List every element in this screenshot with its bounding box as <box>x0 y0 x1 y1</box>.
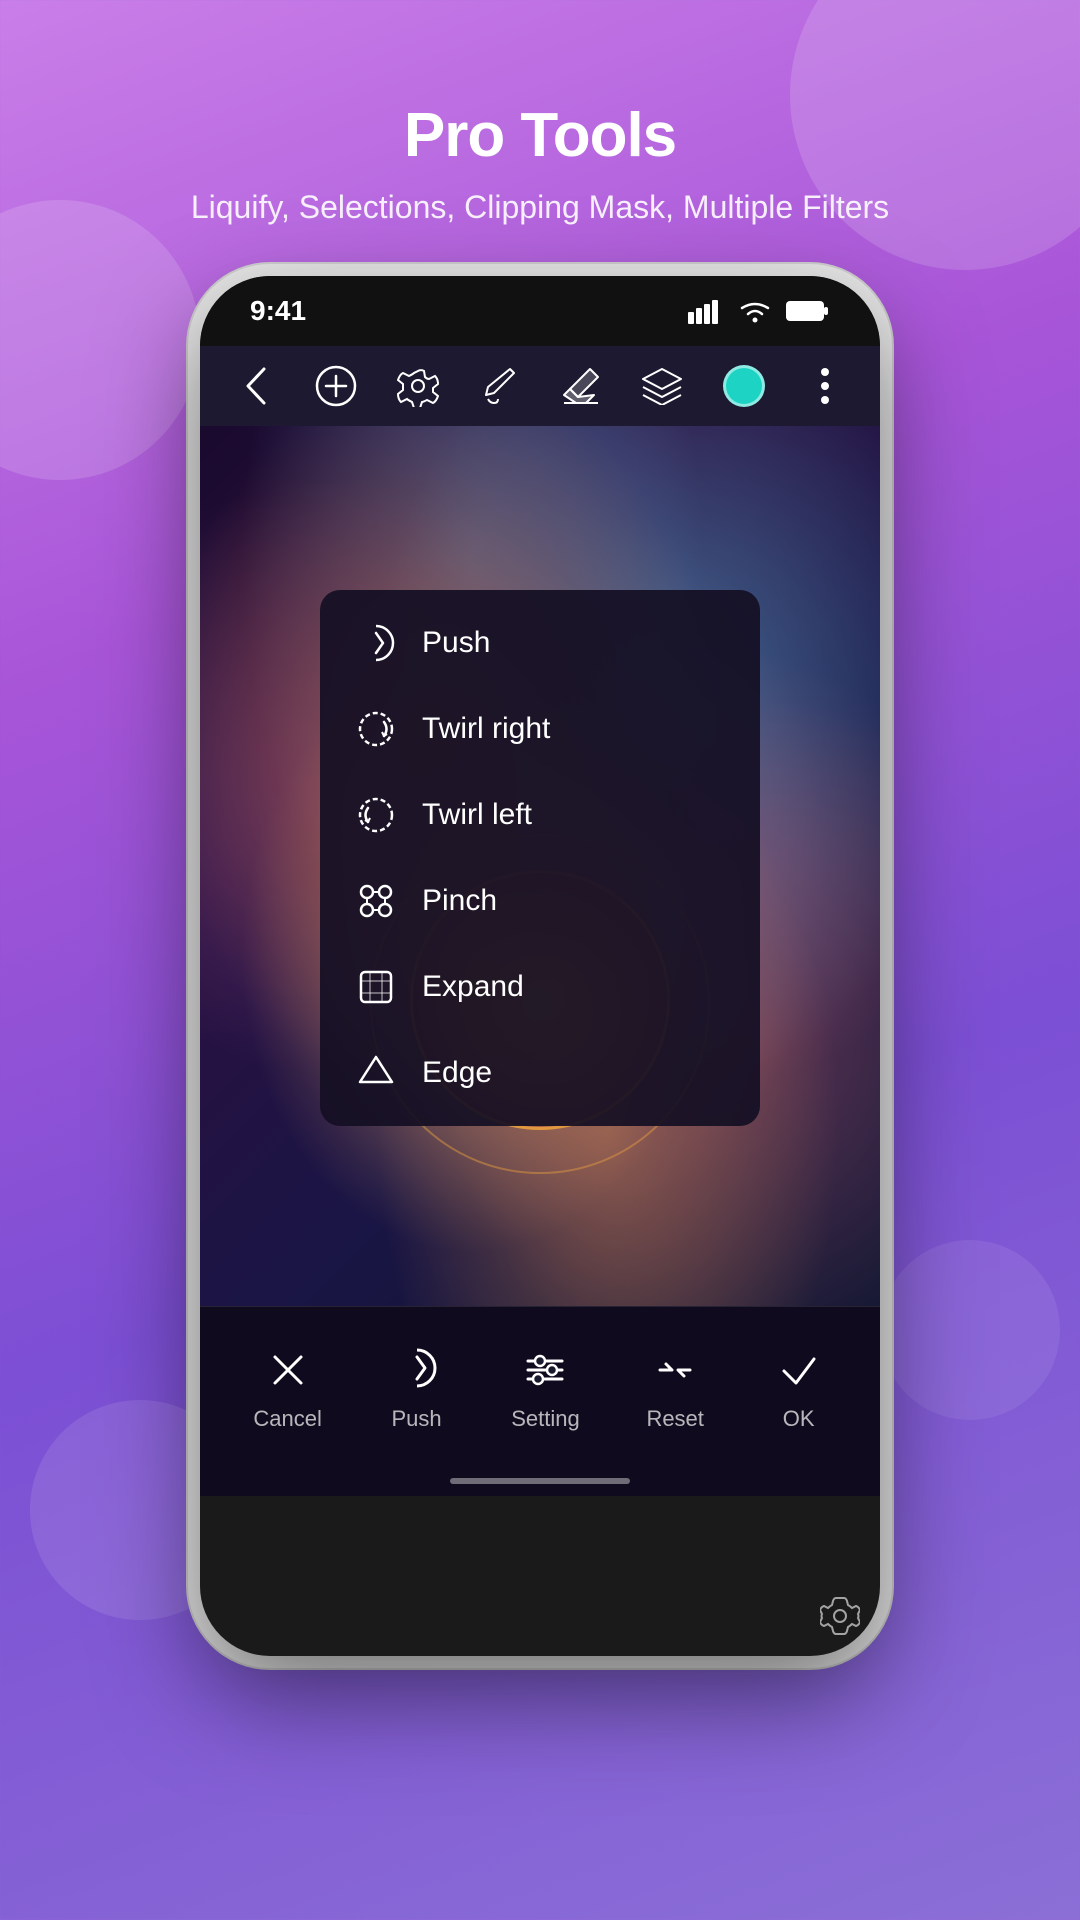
ok-icon <box>771 1342 827 1398</box>
menu-item-edge[interactable]: Edge <box>320 1030 760 1116</box>
expand-icon <box>355 966 397 1008</box>
status-icons <box>688 298 830 324</box>
cancel-action[interactable]: Cancel <box>253 1342 321 1432</box>
home-bar <box>450 1478 630 1484</box>
brush-button[interactable] <box>474 361 524 411</box>
edge-label: Edge <box>422 1056 492 1090</box>
menu-item-pinch[interactable]: Pinch <box>320 858 760 944</box>
push-bottom-icon <box>389 1342 445 1398</box>
edge-icon <box>355 1052 397 1094</box>
twirl-right-label: Twirl right <box>422 712 550 746</box>
push-bottom-label: Push <box>391 1406 441 1432</box>
dropdown-menu: Push Twirl right <box>320 590 760 1126</box>
cancel-label: Cancel <box>253 1406 321 1432</box>
bottom-bar: Cancel Push <box>200 1306 880 1466</box>
battery-icon <box>786 299 830 323</box>
ok-label: OK <box>783 1406 815 1432</box>
reset-label: Reset <box>646 1406 703 1432</box>
menu-item-push[interactable]: Push <box>320 600 760 686</box>
setting-label: Setting <box>511 1406 580 1432</box>
add-button[interactable] <box>311 361 361 411</box>
setting-icon <box>517 1342 573 1398</box>
corner-settings-icon[interactable] <box>820 1596 860 1636</box>
twirl-right-icon <box>355 708 397 750</box>
ok-action[interactable]: OK <box>771 1342 827 1432</box>
canvas-area[interactable]: Push Twirl right <box>200 426 880 1306</box>
home-indicator <box>200 1466 880 1496</box>
back-button[interactable] <box>230 361 280 411</box>
toolbar <box>200 346 880 426</box>
page-title: Pro Tools <box>0 100 1080 171</box>
header-section: Pro Tools Liquify, Selections, Clipping … <box>0 0 1080 276</box>
phone-mockup: 9:41 <box>0 276 1080 1656</box>
color-button[interactable] <box>719 361 769 411</box>
layers-button[interactable] <box>637 361 687 411</box>
menu-item-twirl-right[interactable]: Twirl right <box>320 686 760 772</box>
pinch-icon <box>355 880 397 922</box>
status-time: 9:41 <box>250 295 306 327</box>
signal-icon <box>688 298 724 324</box>
reset-icon <box>647 1342 703 1398</box>
wifi-icon <box>738 298 772 324</box>
status-bar: 9:41 <box>200 276 880 346</box>
setting-action[interactable]: Setting <box>511 1342 580 1432</box>
phone-frame: 9:41 <box>200 276 880 1656</box>
twirl-left-icon <box>355 794 397 836</box>
more-button[interactable] <box>800 361 850 411</box>
pinch-label: Pinch <box>422 884 497 918</box>
push-icon <box>355 622 397 664</box>
push-action[interactable]: Push <box>389 1342 445 1432</box>
page-subtitle: Liquify, Selections, Clipping Mask, Mult… <box>0 189 1080 226</box>
menu-item-expand[interactable]: Expand <box>320 944 760 1030</box>
push-label: Push <box>422 626 490 660</box>
cancel-icon <box>260 1342 316 1398</box>
twirl-left-label: Twirl left <box>422 798 532 832</box>
settings-button[interactable] <box>393 361 443 411</box>
eraser-button[interactable] <box>556 361 606 411</box>
reset-action[interactable]: Reset <box>646 1342 703 1432</box>
expand-label: Expand <box>422 970 524 1004</box>
menu-item-twirl-left[interactable]: Twirl left <box>320 772 760 858</box>
